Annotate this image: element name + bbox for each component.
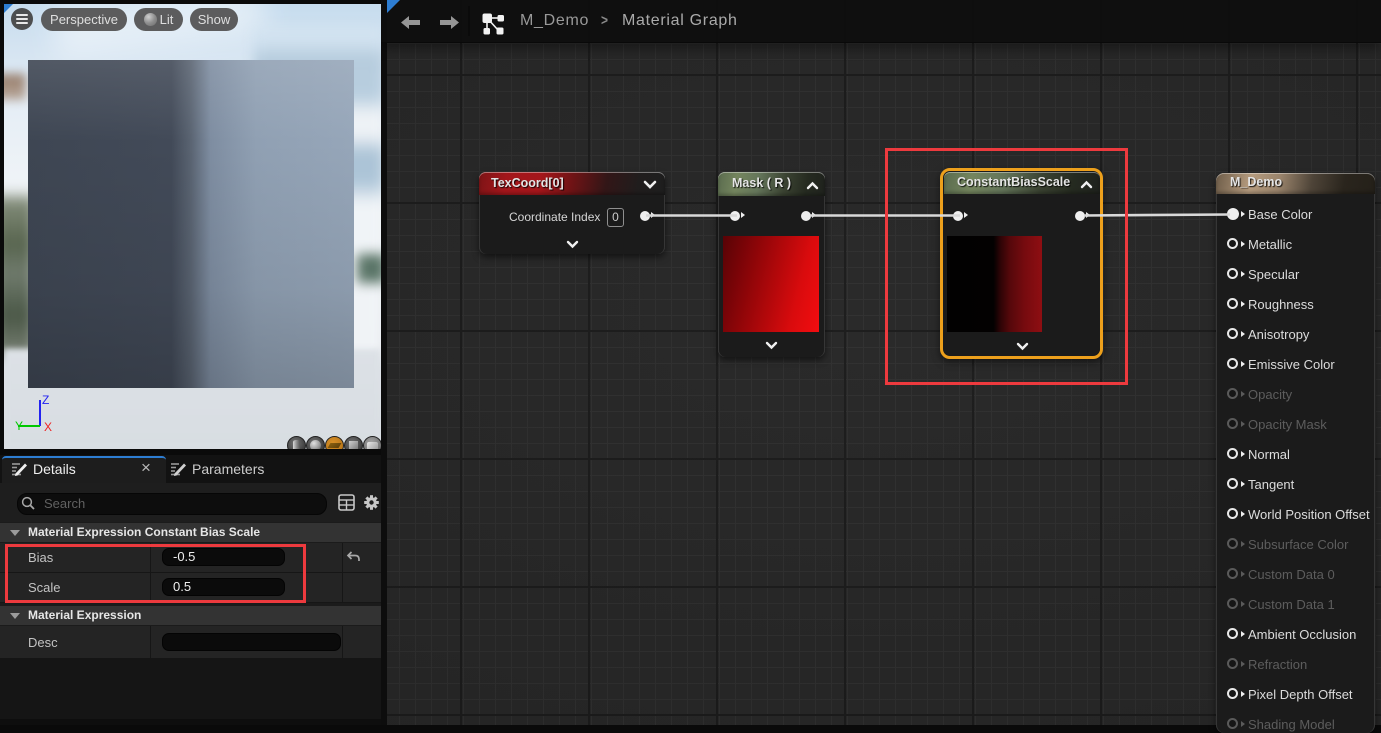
svg-text:Y: Y <box>15 419 23 433</box>
svg-text:Z: Z <box>42 393 49 407</box>
svg-text:X: X <box>44 420 52 434</box>
